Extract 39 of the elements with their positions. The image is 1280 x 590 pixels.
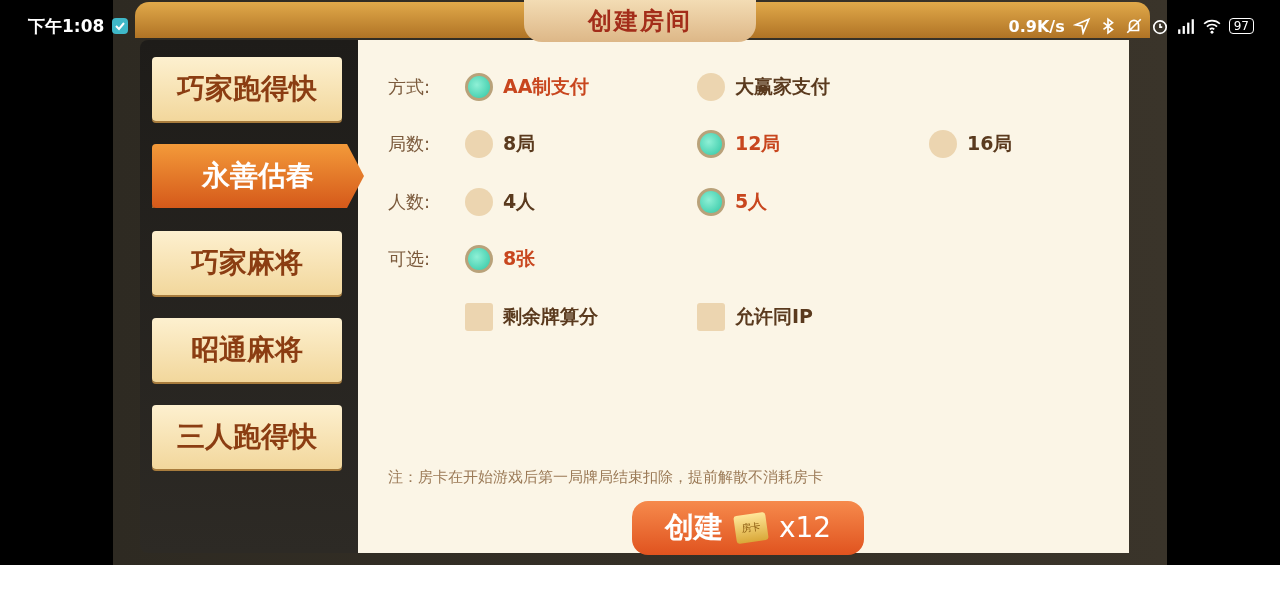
signal-icon xyxy=(1176,17,1195,35)
checkbox[interactable] xyxy=(465,302,493,331)
option-text: 12局 xyxy=(735,131,781,157)
option-text: 剩余牌算分 xyxy=(503,303,598,329)
radio-button[interactable] xyxy=(465,72,493,101)
status-time: 下午1:08 xyxy=(28,14,105,38)
radio-button[interactable] xyxy=(465,245,493,274)
radio-button[interactable] xyxy=(465,187,493,216)
radio-button[interactable] xyxy=(697,187,725,216)
room-card-icon: 房卡 xyxy=(733,511,769,544)
wifi-icon xyxy=(1202,17,1221,35)
network-speed: 0.9K/s xyxy=(1008,16,1065,36)
option-text: 4人 xyxy=(503,188,536,214)
game-tab[interactable]: 巧家跑得快 xyxy=(152,57,342,121)
create-button[interactable]: 创建 房卡 x12 xyxy=(632,500,864,555)
radio-button[interactable] xyxy=(465,130,493,159)
game-tab[interactable]: 三人跑得快 xyxy=(152,405,342,469)
option-text: 允许同IP xyxy=(735,303,813,329)
option-text: 16局 xyxy=(967,131,1013,157)
option-text: 大赢家支付 xyxy=(735,73,830,99)
radio-button[interactable] xyxy=(697,72,725,101)
radio-button[interactable] xyxy=(697,130,725,159)
game-tab[interactable]: 巧家麻将 xyxy=(152,231,342,295)
location-icon xyxy=(1072,17,1091,35)
option-label: 可选: xyxy=(388,247,432,272)
title-banner: 创建房间 xyxy=(524,0,756,42)
checkbox[interactable] xyxy=(697,302,725,331)
option-text: 5人 xyxy=(735,188,768,214)
option-label: 局数: xyxy=(388,132,432,157)
option-text: 8局 xyxy=(503,131,536,157)
app-notification-icon xyxy=(112,18,129,34)
alarm-icon xyxy=(1150,17,1169,35)
note-text: 注：房卡在开始游戏后第一局牌局结束扣除，提前解散不消耗房卡 xyxy=(388,467,824,487)
option-text: AA制支付 xyxy=(503,73,590,99)
option-label: 人数: xyxy=(388,189,432,214)
radio-button[interactable] xyxy=(929,130,957,159)
option-text: 8张 xyxy=(503,246,536,272)
option-label: 方式: xyxy=(388,74,432,99)
game-tab[interactable]: 昭通麻将 xyxy=(152,318,342,382)
